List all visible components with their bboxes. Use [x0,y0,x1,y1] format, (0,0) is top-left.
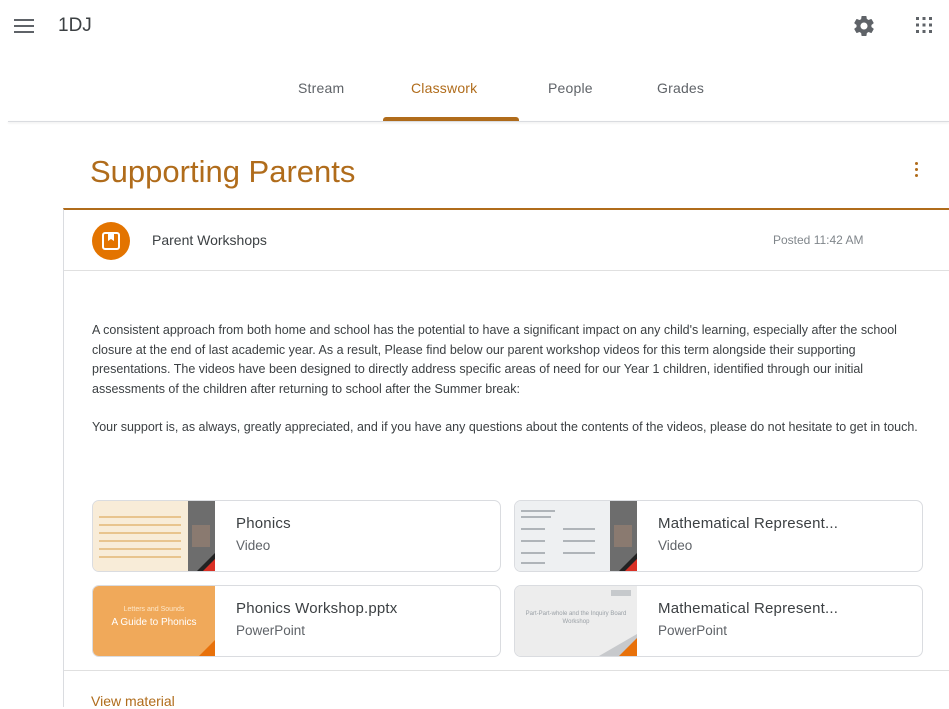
apps-icon[interactable] [915,16,933,34]
tab-classwork[interactable]: Classwork [411,80,477,96]
card-footer-divider [64,670,949,671]
attachment-type: Video [236,538,271,553]
posted-time: Posted 11:42 AM [773,233,864,247]
video-thumbnail [515,501,637,571]
attachment-maths-video[interactable]: Mathematical Represent... Video [514,500,923,572]
attachment-type: PowerPoint [236,623,306,638]
slides-thumbnail: Part-Part-whole and the Inquiry Board Wo… [515,586,637,656]
gear-icon[interactable] [852,14,876,38]
description-paragraph: Your support is, as always, greatly appr… [92,420,918,434]
more-vert-icon[interactable] [912,162,920,182]
material-card: Parent Workshops Posted 11:42 AM A consi… [63,208,949,709]
tab-stream[interactable]: Stream [298,80,344,96]
attachment-maths-pptx[interactable]: Part-Part-whole and the Inquiry Board Wo… [514,585,923,657]
video-thumbnail [93,501,215,571]
description-paragraph: A consistent approach from both home and… [92,323,897,396]
tab-bar: Stream Classwork People Grades [0,60,949,122]
attachment-phonics-video[interactable]: Phonics Video [92,500,501,572]
tab-people[interactable]: People [548,80,593,96]
slides-thumbnail: Letters and Sounds A Guide to Phonics [93,586,215,656]
material-header[interactable]: Parent Workshops Posted 11:42 AM [64,210,949,271]
material-description: A consistent approach from both home and… [92,321,932,457]
attachment-type: PowerPoint [658,623,728,638]
attachment-name: Mathematical Represent... [658,600,839,617]
attachment-name: Phonics Workshop.pptx [236,600,398,617]
tabs-divider [8,121,949,122]
tab-grades[interactable]: Grades [657,80,704,96]
attachment-type: Video [658,538,693,553]
attachment-name: Phonics [236,515,291,532]
class-name[interactable]: 1DJ [58,15,92,37]
menu-icon[interactable] [14,19,34,33]
view-material-link[interactable]: View material [91,693,175,709]
topic-title: Supporting Parents [90,154,356,189]
top-bar: 1DJ [0,0,949,60]
material-icon [92,222,130,260]
attachment-name: Mathematical Represent... [658,515,839,532]
material-title: Parent Workshops [152,232,267,248]
attachment-phonics-pptx[interactable]: Letters and Sounds A Guide to Phonics Ph… [92,585,501,657]
